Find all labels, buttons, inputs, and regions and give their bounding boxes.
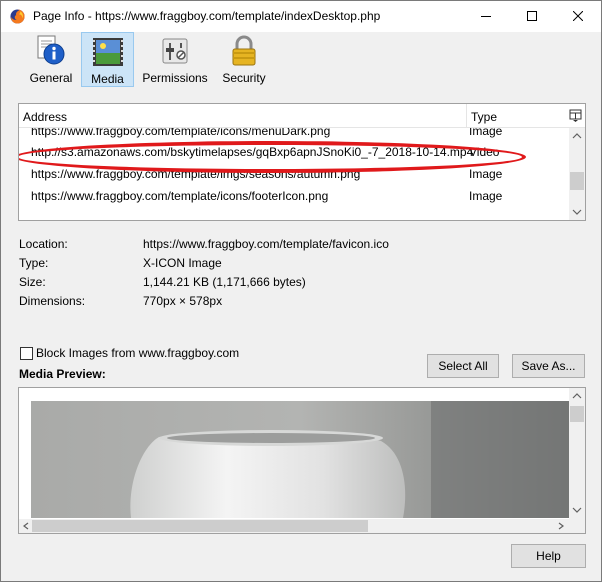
list-row[interactable]: https://www.fraggboy.com/template/icons/… xyxy=(19,128,569,142)
row-type: Image xyxy=(469,189,503,203)
column-picker-icon[interactable] xyxy=(569,109,582,122)
column-header-address[interactable]: Address xyxy=(23,110,67,124)
size-label: Size: xyxy=(19,275,46,289)
tab-permissions-label: Permissions xyxy=(142,71,208,85)
select-all-button[interactable]: Select All xyxy=(427,354,499,378)
list-vertical-scrollbar[interactable] xyxy=(569,128,585,220)
preview-horizontal-scrollbar[interactable] xyxy=(19,519,569,533)
maximize-button[interactable] xyxy=(509,1,555,31)
permissions-icon xyxy=(162,38,188,64)
tab-security[interactable]: Security xyxy=(220,32,268,87)
window-title: Page Info - https://www.fraggboy.com/tem… xyxy=(33,9,381,23)
media-address-list[interactable]: Address Type https://www.fraggboy.com/te… xyxy=(18,103,586,221)
preview-vscroll-thumb[interactable] xyxy=(570,406,584,422)
preview-hscroll-thumb[interactable] xyxy=(32,520,368,532)
location-label: Location: xyxy=(19,237,68,251)
preview-vertical-scrollbar[interactable] xyxy=(569,388,585,519)
media-preview-title: Media Preview: xyxy=(19,367,106,381)
row-type: Video xyxy=(469,145,500,159)
size-value: 1,144.21 KB (1,171,666 bytes) xyxy=(143,275,306,289)
help-button[interactable]: Help xyxy=(511,544,586,568)
list-scroll-thumb[interactable] xyxy=(570,172,584,190)
row-address: http://s3.amazonaws.com/bskytimelapses/g… xyxy=(31,145,474,159)
tab-permissions[interactable]: Permissions xyxy=(140,32,210,87)
info-icon xyxy=(37,35,65,65)
scroll-right-icon[interactable] xyxy=(557,522,565,530)
scrollbar-corner xyxy=(569,519,585,533)
list-header: Address Type xyxy=(19,104,585,128)
column-divider[interactable] xyxy=(466,104,467,128)
block-images-label[interactable]: Block Images from www.fraggboy.com xyxy=(36,346,239,360)
column-header-type[interactable]: Type xyxy=(471,110,497,124)
page-info-window: Page Info - https://www.fraggboy.com/tem… xyxy=(0,0,602,582)
title-bar[interactable]: Page Info - https://www.fraggboy.com/tem… xyxy=(1,1,601,32)
list-rows: https://www.fraggboy.com/template/icons/… xyxy=(19,128,569,220)
scroll-down-icon[interactable] xyxy=(572,208,582,216)
type-label: Type: xyxy=(19,256,49,270)
scroll-left-icon[interactable] xyxy=(22,522,30,530)
dimensions-value: 770px × 578px xyxy=(143,294,223,308)
list-row[interactable]: https://www.fraggboy.com/template/imgs/s… xyxy=(19,163,569,185)
list-row[interactable]: http://s3.amazonaws.com/bskytimelapses/g… xyxy=(19,141,569,163)
block-images-checkbox[interactable] xyxy=(20,346,33,360)
tab-security-label: Security xyxy=(222,71,266,85)
row-address: https://www.fraggboy.com/template/imgs/s… xyxy=(31,167,361,181)
minimize-button[interactable] xyxy=(463,1,509,31)
media-icon xyxy=(92,38,123,66)
location-value: https://www.fraggboy.com/template/favico… xyxy=(143,237,389,251)
close-button[interactable] xyxy=(555,1,601,31)
preview-vase-image xyxy=(31,401,569,518)
scroll-down-icon[interactable] xyxy=(572,506,582,514)
save-as-button[interactable]: Save As... xyxy=(512,354,585,378)
row-address: https://www.fraggboy.com/template/icons/… xyxy=(31,189,329,203)
scroll-up-icon[interactable] xyxy=(572,132,582,140)
type-value: X-ICON Image xyxy=(143,256,222,270)
block-images-option[interactable]: Block Images from www.fraggboy.com xyxy=(20,346,239,360)
dimensions-label: Dimensions: xyxy=(19,294,86,308)
close-icon xyxy=(573,11,583,21)
scroll-up-icon[interactable] xyxy=(572,392,582,400)
row-address: https://www.fraggboy.com/template/icons/… xyxy=(31,128,331,138)
tab-general[interactable]: General xyxy=(28,32,74,87)
list-row[interactable]: https://www.fraggboy.com/template/icons/… xyxy=(19,185,569,207)
minimize-icon xyxy=(481,16,491,17)
maximize-icon xyxy=(527,11,537,21)
tab-media[interactable]: Media xyxy=(81,32,134,87)
lock-icon xyxy=(232,35,256,66)
firefox-icon xyxy=(10,9,25,24)
row-type: Image xyxy=(469,128,503,138)
tab-general-label: General xyxy=(29,71,73,85)
media-preview-pane[interactable] xyxy=(18,387,586,534)
row-type: Image xyxy=(469,167,503,181)
preview-image xyxy=(31,401,569,518)
tab-media-label: Media xyxy=(91,72,124,86)
